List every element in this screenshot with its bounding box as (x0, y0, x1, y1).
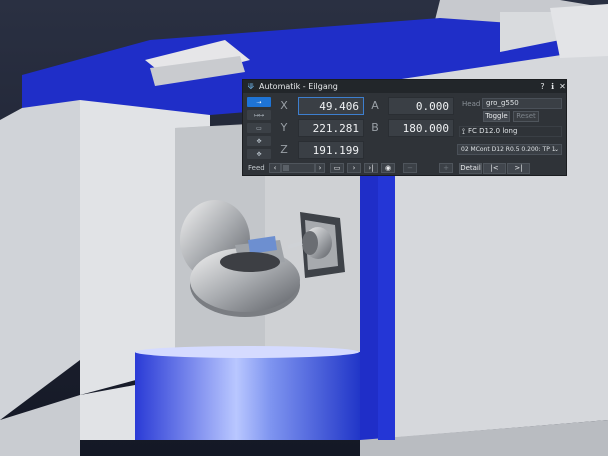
mode-single-button[interactable]: ▭ (247, 123, 271, 133)
last-button[interactable]: >| (507, 163, 530, 174)
skip-end-button[interactable]: ›| (364, 163, 378, 173)
detail-button[interactable]: Detail (459, 163, 482, 174)
axis-a-label: A (371, 99, 379, 112)
view-rotate-button[interactable]: ✥ (247, 149, 271, 159)
move-icon: ✥ (256, 137, 262, 145)
skip-end-icon: ›| (368, 164, 374, 172)
axis-a-value: 0.000 (388, 97, 454, 115)
step-back-button[interactable]: ▭ (330, 163, 344, 173)
first-button[interactable]: |< (483, 163, 506, 174)
step-back-icon: ▭ (333, 164, 341, 172)
automatik-panel: ⟱ Automatik - Eilgang ? ℹ ✕ ⇢ ↦↦ ▭ ✥ ✥ X… (242, 79, 567, 176)
axis-y-value: 221.281 (298, 119, 364, 137)
feed-slider-handle[interactable] (283, 165, 289, 171)
mode-continuous-button[interactable]: ⇢ (247, 97, 271, 107)
tool-icon: ⟟ (462, 127, 465, 136)
head-label: Head (462, 100, 481, 108)
axis-x-label: X (280, 99, 288, 112)
axis-y-label: Y (280, 121, 288, 134)
operation-value: 02 MCont D12 R0.5 0.200: TP 1 (461, 146, 556, 153)
step-arrows-icon: ↦↦ (253, 111, 265, 119)
feed-label: Feed (248, 164, 265, 172)
chevron-left-icon: ‹ (273, 164, 277, 172)
tool-display: ⟟ FC D12.0 long (459, 126, 562, 137)
axis-z-value: 191.199 (298, 141, 364, 159)
record-button[interactable]: ◉ (381, 163, 395, 173)
window-title: Automatik - Eilgang (259, 82, 338, 91)
plus-icon: + (443, 164, 449, 172)
mode-step-button[interactable]: ↦↦ (247, 110, 271, 120)
arrow-right-icon: ⇢ (256, 98, 262, 106)
minus-button[interactable]: − (403, 163, 417, 173)
close-button[interactable]: ✕ (558, 80, 567, 93)
chevron-down-icon: ⌄ (553, 146, 559, 153)
reset-button[interactable]: Reset (513, 111, 539, 122)
axis-z-label: Z (280, 143, 288, 156)
minus-icon: − (407, 164, 413, 172)
head-field[interactable]: gro_g550 (482, 98, 562, 109)
app-logo-icon: ⟱ (247, 82, 255, 91)
play-button[interactable]: › (347, 163, 361, 173)
plus-button[interactable]: + (439, 163, 453, 173)
axis-b-label: B (371, 121, 379, 134)
feed-increase-button[interactable]: › (315, 163, 325, 173)
axis-b-value: 180.000 (388, 119, 454, 137)
machine-viewport (0, 0, 608, 456)
help-button[interactable]: ? (538, 80, 547, 93)
operation-select[interactable]: 02 MCont D12 R0.5 0.200: TP 1 ⌄ (457, 144, 562, 155)
rotate-icon: ✥ (256, 150, 262, 158)
single-step-icon: ▭ (256, 124, 262, 132)
feed-slider[interactable] (281, 163, 315, 173)
axis-x-value: 49.406 (298, 97, 364, 115)
feed-decrease-button[interactable]: ‹ (269, 163, 281, 173)
record-icon: ◉ (384, 164, 392, 172)
toggle-button[interactable]: Toggle (483, 111, 510, 122)
chevron-right-icon: › (318, 164, 322, 172)
play-icon: › (352, 164, 356, 172)
tool-name: FC D12.0 long (467, 127, 518, 135)
info-button[interactable]: ℹ (548, 80, 557, 93)
panel-titlebar[interactable]: ⟱ Automatik - Eilgang ? ℹ ✕ (243, 80, 566, 93)
view-move-button[interactable]: ✥ (247, 136, 271, 146)
